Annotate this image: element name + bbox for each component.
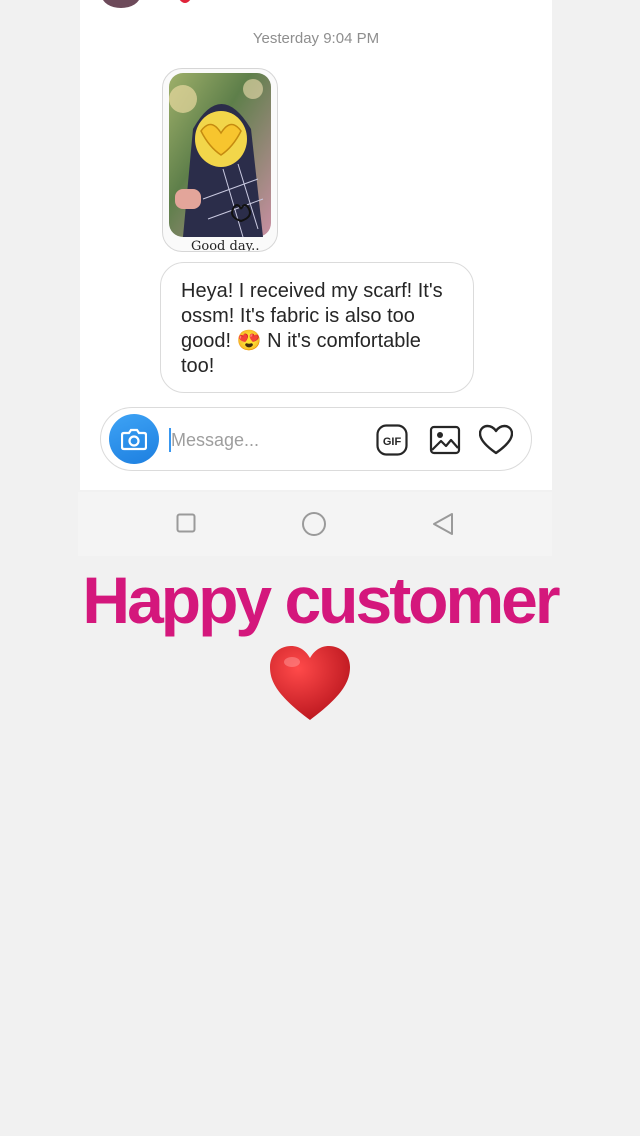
sender-avatar[interactable] <box>102 0 140 8</box>
photo-caption-text: Good day.. <box>191 239 259 251</box>
reaction-heart-icon <box>179 0 191 3</box>
message-input[interactable] <box>171 425 341 455</box>
message-timestamp: Yesterday 9:04 PM <box>252 30 380 47</box>
nav-square-icon[interactable] <box>176 513 196 533</box>
system-nav-bar <box>78 492 552 556</box>
message-text: Heya! I received my scarf! It's ossm! It… <box>181 280 443 377</box>
camera-button[interactable] <box>109 414 159 464</box>
camera-icon <box>121 428 147 451</box>
overlay-caption: Happy customer <box>82 563 560 637</box>
red-heart-icon <box>270 646 350 720</box>
nav-back-triangle-icon[interactable] <box>432 512 454 536</box>
gif-label: GIF <box>383 436 402 448</box>
nav-home-circle-icon[interactable] <box>301 511 327 537</box>
shared-photo[interactable]: Good day.. <box>162 68 278 252</box>
gif-icon[interactable]: GIF <box>376 424 408 456</box>
heart-outline-icon[interactable] <box>479 424 513 456</box>
image-icon[interactable] <box>429 424 461 456</box>
message-bubble[interactable]: Heya! I received my scarf! It's ossm! It… <box>160 262 474 393</box>
dm-screen: Yesterday 9:04 PM Good day.. Heya! I rec… <box>80 0 552 490</box>
message-composer: GIF <box>100 407 532 471</box>
